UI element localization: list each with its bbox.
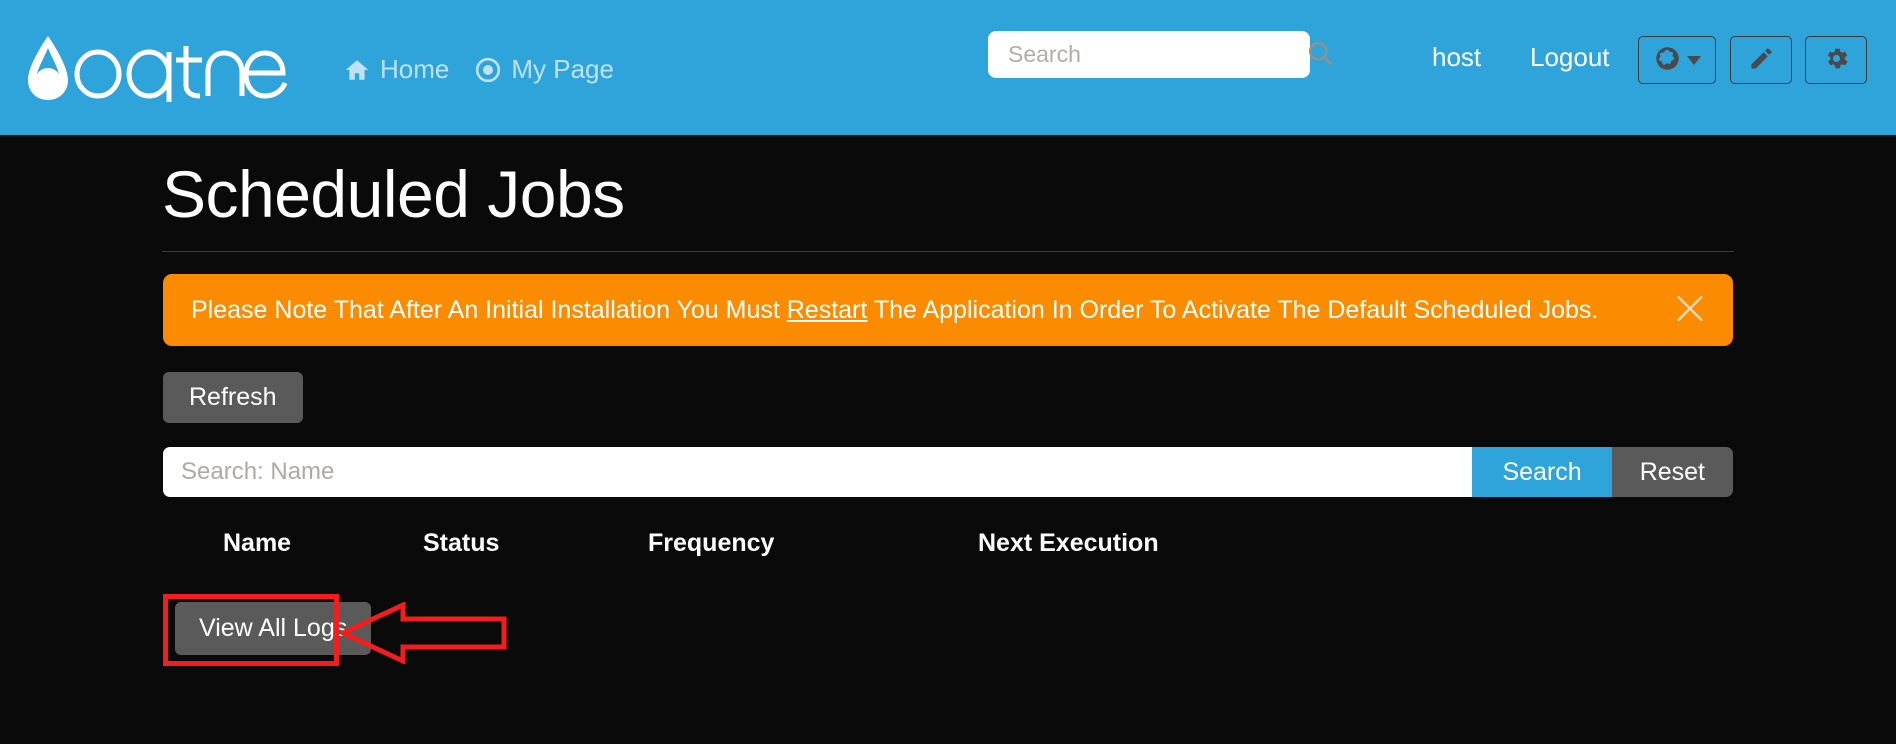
language-button[interactable] xyxy=(1638,36,1716,84)
alert-text-before: Please Note That After An Initial Instal… xyxy=(191,296,787,325)
site-header: Home My Page host Logout xyxy=(0,0,1896,135)
filter-bar: Search Reset xyxy=(163,447,1733,498)
search-icon xyxy=(1306,39,1334,70)
refresh-button[interactable]: Refresh xyxy=(163,372,303,424)
alert-close-button[interactable] xyxy=(1673,292,1707,329)
name-filter-input[interactable] xyxy=(163,447,1473,498)
column-header-name: Name xyxy=(223,529,292,558)
toolbar: Refresh xyxy=(163,372,1896,424)
column-header-frequency: Frequency xyxy=(648,529,775,558)
logs-section: View All Logs xyxy=(163,594,1896,667)
nav-item-home[interactable]: Home xyxy=(344,54,449,85)
search-submit-button[interactable] xyxy=(1306,39,1334,70)
header-search xyxy=(988,31,1332,78)
main-content: Scheduled Jobs Please Note That After An… xyxy=(0,135,1896,667)
globe-icon xyxy=(1654,45,1681,75)
close-icon xyxy=(1673,292,1707,329)
title-divider xyxy=(162,251,1734,253)
primary-nav: Home My Page xyxy=(344,54,614,85)
home-icon xyxy=(344,57,370,83)
column-header-next-execution: Next Execution xyxy=(978,529,1159,558)
jobs-table-header: Name Status Frequency Next Execution xyxy=(163,529,1733,558)
settings-button[interactable] xyxy=(1805,36,1867,84)
search-input[interactable] xyxy=(1006,31,1306,78)
water-drop-icon xyxy=(28,35,288,102)
alert-text-after: The Application In Order To Activate The… xyxy=(867,296,1599,325)
target-icon xyxy=(475,57,501,83)
alert-message: Please Note That After An Initial Instal… xyxy=(191,295,1598,325)
chevron-down-icon xyxy=(1686,55,1701,65)
view-all-logs-button[interactable]: View All Logs xyxy=(175,602,372,656)
user-menu-link[interactable]: host xyxy=(1432,42,1481,73)
filter-search-button[interactable]: Search xyxy=(1472,447,1612,498)
filter-reset-button[interactable]: Reset xyxy=(1611,447,1733,498)
nav-item-my-page[interactable]: My Page xyxy=(475,54,614,85)
edit-button[interactable] xyxy=(1730,36,1792,84)
nav-item-home-label: Home xyxy=(380,54,450,84)
nav-item-my-page-label: My Page xyxy=(511,54,614,84)
restart-link[interactable]: Restart xyxy=(787,296,868,324)
pencil-icon xyxy=(1748,45,1775,75)
gear-icon xyxy=(1823,45,1850,75)
page-title: Scheduled Jobs xyxy=(162,157,625,231)
brand-logo[interactable] xyxy=(18,0,308,135)
alert-banner: Please Note That After An Initial Instal… xyxy=(163,274,1733,347)
logout-link[interactable]: Logout xyxy=(1530,42,1610,73)
column-header-status: Status xyxy=(423,529,500,558)
